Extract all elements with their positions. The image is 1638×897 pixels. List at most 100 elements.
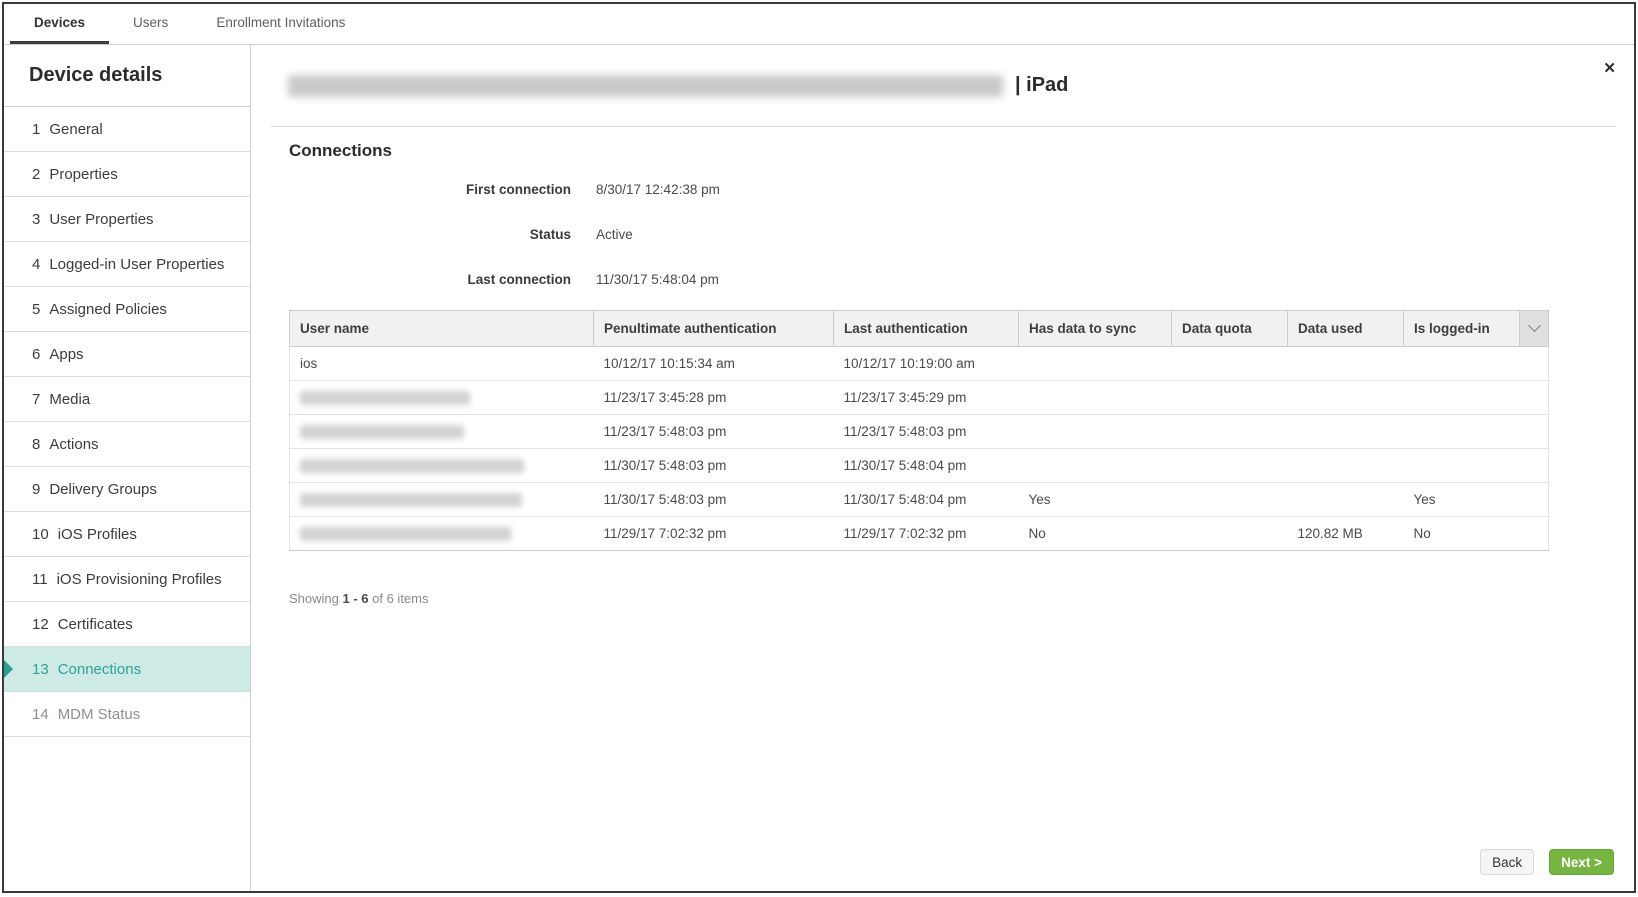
sidebar-item-user-properties[interactable]: 3 User Properties [4,197,250,242]
field-first-connection: First connection 8/30/17 12:42:38 pm [271,167,1616,212]
column-header-is-logged-in: Is logged-in [1403,310,1520,347]
sidebar-title: Device details [4,45,250,107]
cell-menu [1519,482,1549,517]
field-status: Status Active [271,212,1616,257]
sidebar-item-actions[interactable]: 8 Actions [4,422,250,467]
cell-penultimate: 11/30/17 5:48:03 pm [593,448,834,483]
sidebar-item-general[interactable]: 1 General [4,107,250,152]
redacted-user-name [300,459,524,474]
field-label: First connection [465,182,571,197]
cell-is-logged-in: Yes [1403,482,1520,517]
pagination-range: 1 - 6 [342,591,369,606]
field-last-connection: Last connection 11/30/17 5:48:04 pm [271,257,1616,302]
item-number: 8 [32,435,41,453]
cell-has-data-to-sync [1018,414,1172,449]
item-label: Delivery Groups [49,480,157,498]
sidebar-item-certificates[interactable]: 12 Certificates [4,602,250,647]
cell-data-used [1287,414,1404,449]
sidebar-item-ios-provisioning-profiles[interactable]: 11 iOS Provisioning Profiles [4,557,250,602]
item-label: MDM Status [57,705,141,723]
field-label: Last connection [467,272,571,287]
tab-devices[interactable]: Devices [10,4,110,44]
cell-has-data-to-sync [1018,448,1172,483]
device-details-window: Devices Users Enrollment Invitations Dev… [2,2,1636,893]
redacted-user-name [300,527,511,542]
cell-penultimate: 11/29/17 7:02:32 pm [593,516,834,551]
cell-last: 11/23/17 5:48:03 pm [833,414,1019,449]
item-label: iOS Provisioning Profiles [56,570,222,588]
top-tab-bar: Devices Users Enrollment Invitations [4,4,1634,45]
cell-last: 11/30/17 5:48:04 pm [833,448,1019,483]
cell-has-data-to-sync [1018,346,1172,381]
cell-is-logged-in [1403,346,1520,381]
table-row: 11/23/17 3:45:28 pm 11/23/17 3:45:29 pm [289,380,1549,415]
cell-menu [1519,448,1549,483]
device-details-sidebar: Device details 1 General 2 Properties 3 … [4,45,251,891]
cell-penultimate: 11/23/17 3:45:28 pm [593,380,834,415]
redacted-device-name [288,74,1003,97]
cell-is-logged-in [1403,380,1520,415]
cell-data-quota [1171,346,1288,381]
cell-menu [1519,516,1549,551]
sidebar-item-logged-in-user-properties[interactable]: 4 Logged-in User Properties [4,242,250,287]
cell-user-name: ios [289,346,594,381]
sidebar-item-delivery-groups[interactable]: 9 Delivery Groups [4,467,250,512]
item-label: Properties [49,165,118,183]
sidebar-item-media[interactable]: 7 Media [4,377,250,422]
cell-user-name [289,414,594,449]
cell-last: 11/29/17 7:02:32 pm [833,516,1019,551]
connections-section: Connections First connection 8/30/17 12:… [271,126,1616,606]
item-number: 12 [32,615,49,633]
cell-last: 10/12/17 10:19:00 am [833,346,1019,381]
next-button[interactable]: Next > [1549,849,1614,875]
cell-user-name [289,448,594,483]
cell-menu [1519,414,1549,449]
device-title-suffix: | iPad [1015,74,1069,96]
cell-data-quota [1171,414,1288,449]
item-number: 6 [32,345,41,363]
connections-table: User name Penultimate authentication Las… [289,310,1549,551]
close-icon[interactable]: ✕ [1603,61,1616,76]
item-number: 10 [32,525,49,543]
section-heading: Connections [289,141,392,160]
cell-menu [1519,380,1549,415]
column-header-last-authentication: Last authentication [833,310,1019,347]
cell-is-logged-in [1403,448,1520,483]
cell-menu [1519,346,1549,381]
column-header-has-data-to-sync: Has data to sync [1018,310,1172,347]
tab-enrollment-invitations[interactable]: Enrollment Invitations [192,4,369,44]
sidebar-item-mdm-status[interactable]: 14 MDM Status [4,692,250,737]
main-panel: | iPad ✕ Connections First connection 8/… [251,45,1634,891]
sidebar-item-ios-profiles[interactable]: 10 iOS Profiles [4,512,250,557]
cell-user-name [289,380,594,415]
sidebar-item-connections[interactable]: 13 Connections [4,647,250,692]
sidebar-item-assigned-policies[interactable]: 5 Assigned Policies [4,287,250,332]
table-header-row: User name Penultimate authentication Las… [289,310,1549,347]
item-number: 7 [32,390,41,408]
item-label: iOS Profiles [57,525,137,543]
device-title-header: | iPad [251,45,1634,126]
item-label: Logged-in User Properties [49,255,225,273]
connection-fields: First connection 8/30/17 12:42:38 pm Sta… [271,167,1616,302]
cell-data-used: 120.82 MB [1287,516,1404,551]
column-menu-button[interactable] [1520,311,1548,346]
cell-is-logged-in: No [1403,516,1520,551]
table-row: ios 10/12/17 10:15:34 am 10/12/17 10:19:… [289,346,1549,381]
item-label: Apps [49,345,84,363]
redacted-user-name [300,425,464,440]
table-row: 11/23/17 5:48:03 pm 11/23/17 5:48:03 pm [289,414,1549,449]
sidebar-item-properties[interactable]: 2 Properties [4,152,250,197]
item-number: 14 [32,705,49,723]
cell-data-used [1287,346,1404,381]
field-value: 11/30/17 5:48:04 pm [596,272,719,287]
back-button[interactable]: Back [1480,849,1535,875]
item-label: Certificates [57,615,133,633]
cell-last: 11/23/17 3:45:29 pm [833,380,1019,415]
item-number: 1 [32,120,41,138]
tab-users[interactable]: Users [109,4,192,44]
pagination-status: Showing 1 - 6 of 6 items [289,591,1616,606]
item-number: 11 [32,570,48,588]
sidebar-item-apps[interactable]: 6 Apps [4,332,250,377]
chevron-down-icon [1527,319,1541,333]
item-number: 3 [32,210,41,228]
